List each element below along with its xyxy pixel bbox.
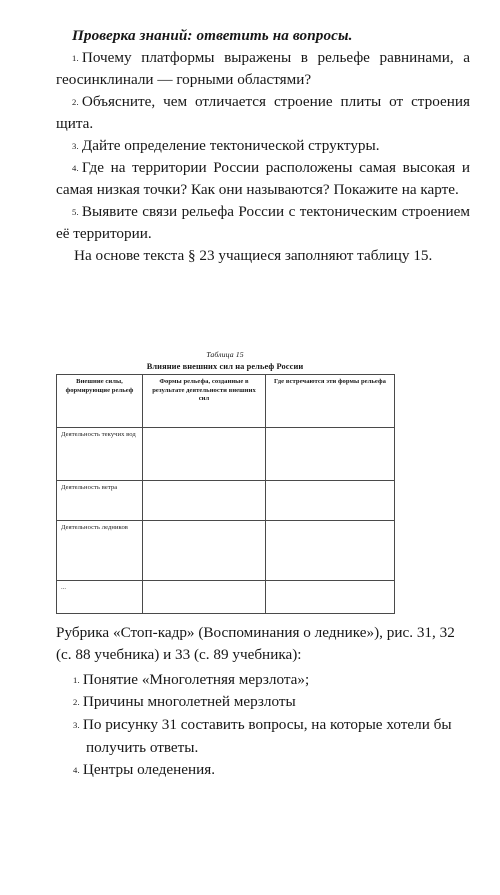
rubric-number: 3. (73, 720, 80, 731)
questions-list: 1. Почему платформы выражены в рельефе ра… (56, 47, 470, 245)
document-page: Проверка знаний: ответить на вопросы. 1.… (0, 0, 500, 895)
row-cell-where[interactable] (265, 427, 395, 481)
question-item: 3. Дайте определение тектонической структ… (56, 135, 470, 157)
rubric-section: Рубрика «Стоп-кадр» (Воспоминания о ледн… (56, 622, 470, 782)
questions-section: Проверка знаний: ответить на вопросы. 1.… (56, 26, 470, 266)
rubric-number: 4. (73, 764, 80, 775)
question-text: Дайте определение тектонической структур… (81, 136, 380, 154)
row-cell-forms[interactable] (142, 520, 266, 581)
table-header-row: Внешние силы, формирующие рельеф Формы р… (56, 374, 395, 428)
question-number: 2. (72, 96, 79, 107)
table-row: Деятельность ветра (56, 480, 395, 521)
rubric-paragraph: Рубрика «Стоп-кадр» (Воспоминания о ледн… (56, 624, 455, 663)
question-text: Почему платформы выражены в рельефе равн… (56, 49, 470, 89)
table-title: Влияние внешних сил на рельеф России (146, 362, 304, 371)
column-header-where-found: Где встречаются эти формы рельефа (265, 374, 395, 428)
rubric-item: 3. По рисунку 31 составить вопросы, на ко… (56, 714, 470, 759)
note-paragraph: На основе текста § 23 учащиеся заполняют… (74, 246, 433, 264)
question-text: Объясните, чем отличается строение плиты… (56, 92, 470, 133)
table-row: ... (56, 580, 395, 614)
question-text: Где на территории России расположены сам… (56, 159, 470, 199)
section-title: Проверка знаний: ответить на вопросы. (72, 27, 353, 44)
row-label: ... (56, 580, 143, 614)
question-item: 5. Выявите связи рельефа России с тектони… (56, 201, 470, 245)
question-text: Выявите связи рельефа России с тектониче… (56, 202, 470, 243)
question-number: 3. (72, 140, 79, 151)
row-cell-where[interactable] (265, 580, 395, 614)
question-item: 4. Где на территории России расположены с… (56, 157, 470, 201)
rubric-list: 1. Понятие «Многолетняя мерзлота»; 2. Прич… (56, 669, 470, 782)
rubric-item: 2. Причины многолетней мерзлоты (56, 691, 470, 714)
row-cell-forms[interactable] (142, 580, 266, 614)
rubric-text: Центры оледенения. (82, 760, 216, 778)
row-cell-where[interactable] (265, 480, 395, 521)
question-item: 2. Объясните, чем отличается строение пли… (56, 91, 470, 135)
rubric-number: 1. (73, 674, 80, 685)
row-cell-where[interactable] (265, 520, 395, 581)
row-label: Деятельность текучих вод (56, 427, 143, 481)
table-row: Деятельность текучих вод (56, 427, 395, 481)
table-row: Деятельность ледников (56, 520, 395, 581)
question-number: 4. (72, 163, 79, 174)
column-header-external-forces: Внешние силы, формирующие рельеф (56, 374, 143, 428)
row-cell-forms[interactable] (142, 480, 266, 521)
question-number: 5. (72, 206, 79, 217)
influence-of-external-forces-table: Внешние силы, формирующие рельеф Формы р… (56, 374, 395, 614)
table-15-block: Таблица 15 Влияние внешних сил на рельеф… (56, 350, 395, 614)
table-caption: Таблица 15 (206, 350, 244, 359)
column-header-landforms: Формы рельефа, созданные в результате де… (142, 374, 266, 428)
rubric-text: Причины многолетней мерзлоты (82, 693, 296, 711)
rubric-item: 1. Понятие «Многолетняя мерзлота»; (56, 669, 470, 692)
question-number: 1. (72, 53, 79, 63)
row-label: Деятельность ветра (56, 480, 143, 521)
rubric-number: 2. (73, 697, 80, 708)
rubric-text: Понятие «Многолетняя мерзлота»; (82, 670, 310, 688)
rubric-item: 4. Центры оледенения. (56, 759, 470, 782)
question-item: 1. Почему платформы выражены в рельефе ра… (56, 47, 470, 91)
row-label: Деятельность ледников (56, 520, 143, 581)
rubric-text: По рисунку 31 составить вопросы, на кото… (82, 716, 452, 756)
row-cell-forms[interactable] (142, 427, 266, 481)
